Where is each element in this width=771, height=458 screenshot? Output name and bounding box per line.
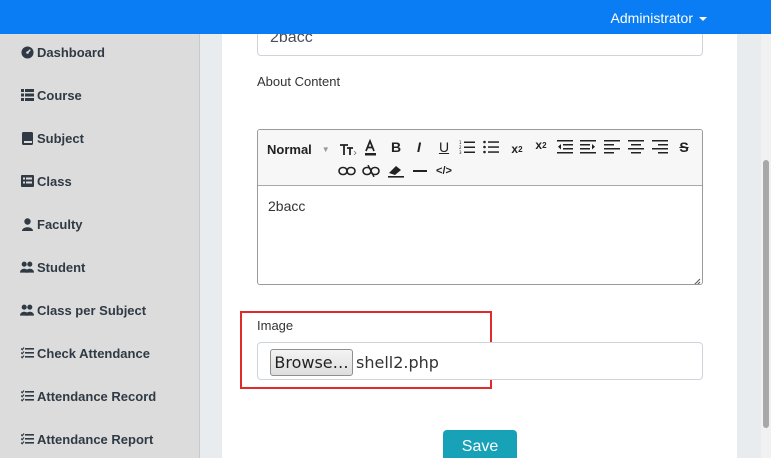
about-content-label: About Content <box>257 74 341 89</box>
sidebar-item-label: Class <box>37 173 72 189</box>
sidebar-item-label: Course <box>37 87 82 103</box>
superscript-icon[interactable]: x2 <box>532 136 550 154</box>
sidebar-item-course[interactable]: Course <box>20 85 82 105</box>
list-icon <box>20 88 34 102</box>
sidebar-item-label: Attendance Report <box>37 431 154 447</box>
bullet-list-icon[interactable] <box>482 138 500 156</box>
sidebar-item-label: Faculty <box>37 216 83 232</box>
sidebar-item-check-attendance[interactable]: Check Attendance <box>20 343 150 363</box>
caret-down-icon: ▼ <box>321 144 330 154</box>
format-select[interactable]: Normal ▼ <box>267 140 330 158</box>
indent-icon[interactable] <box>579 138 597 156</box>
users-icon <box>20 260 34 274</box>
sidebar-item-class-per-subject[interactable]: Class per Subject <box>20 300 146 320</box>
bold-icon[interactable]: B <box>388 138 404 156</box>
align-center-icon[interactable] <box>627 138 645 156</box>
sidebar-item-label: Class per Subject <box>37 302 147 318</box>
dashboard-icon <box>20 45 34 59</box>
link-icon[interactable] <box>337 163 357 179</box>
sidebar-item-label: Check Attendance <box>37 345 150 361</box>
user-menu[interactable]: Administrator <box>611 10 707 26</box>
align-right-icon[interactable] <box>651 138 669 156</box>
book-icon <box>20 131 34 145</box>
sidebar-item-class[interactable]: Class <box>20 171 72 191</box>
align-left-icon[interactable] <box>603 138 621 156</box>
outdent-icon[interactable] <box>556 138 574 156</box>
format-select-value: Normal <box>267 141 312 157</box>
save-button[interactable]: Save <box>443 430 517 458</box>
tasks-icon <box>20 346 34 360</box>
rich-text-editor: Normal ▼ B I U 123 x2 x2 S </> 2bacc <box>257 129 703 285</box>
tasks-icon <box>20 432 34 446</box>
horizontal-rule-icon[interactable] <box>410 163 430 179</box>
sidebar-item-student[interactable]: Student <box>20 257 85 277</box>
tasks-icon <box>20 389 34 403</box>
scrollbar-thumb[interactable] <box>763 160 769 428</box>
title-input[interactable]: 2bacc <box>257 34 703 56</box>
image-file-input[interactable]: Browse… shell2.php <box>257 342 703 380</box>
subscript-icon[interactable]: x2 <box>508 140 526 158</box>
font-color-icon[interactable] <box>362 138 382 158</box>
sidebar-item-label: Attendance Record <box>37 388 157 404</box>
sidebar-item-attendance-record[interactable]: Attendance Record <box>20 386 156 406</box>
user-tie-icon <box>20 217 34 231</box>
font-size-icon[interactable] <box>338 140 358 158</box>
list-alt-icon <box>20 174 34 188</box>
editor-content[interactable]: 2bacc <box>268 198 305 214</box>
browse-button[interactable]: Browse… <box>270 349 353 376</box>
sidebar-item-label: Student <box>37 259 86 275</box>
italic-icon[interactable]: I <box>411 138 427 156</box>
eraser-icon[interactable] <box>386 163 406 179</box>
strikethrough-icon[interactable]: S <box>675 138 693 156</box>
sidebar-item-attendance-report[interactable]: Attendance Report <box>20 429 153 449</box>
sidebar-item-subject[interactable]: Subject <box>20 128 84 148</box>
users-icon <box>20 303 34 317</box>
ordered-list-icon[interactable]: 123 <box>458 138 476 156</box>
user-menu-label: Administrator <box>610 10 693 26</box>
sidebar-item-label: Dashboard <box>37 44 105 60</box>
caret-down-icon <box>699 17 707 22</box>
svg-text:3: 3 <box>459 150 462 154</box>
sidebar-item-label: Subject <box>37 130 84 146</box>
selected-file-name: shell2.php <box>356 353 439 372</box>
top-navbar: Administrator <box>0 0 771 34</box>
sidebar-item-dashboard[interactable]: Dashboard <box>20 42 105 62</box>
sidebar-item-faculty[interactable]: Faculty <box>20 214 83 234</box>
resize-handle-icon[interactable] <box>691 273 701 284</box>
image-label: Image <box>257 318 294 333</box>
editor-toolbar: Normal ▼ B I U 123 x2 x2 S </> <box>258 130 702 186</box>
unlink-icon[interactable] <box>361 163 381 179</box>
underline-icon[interactable]: U <box>436 138 452 156</box>
title-input-value: 2bacc <box>270 34 313 46</box>
code-view-icon[interactable]: </> <box>434 163 454 179</box>
